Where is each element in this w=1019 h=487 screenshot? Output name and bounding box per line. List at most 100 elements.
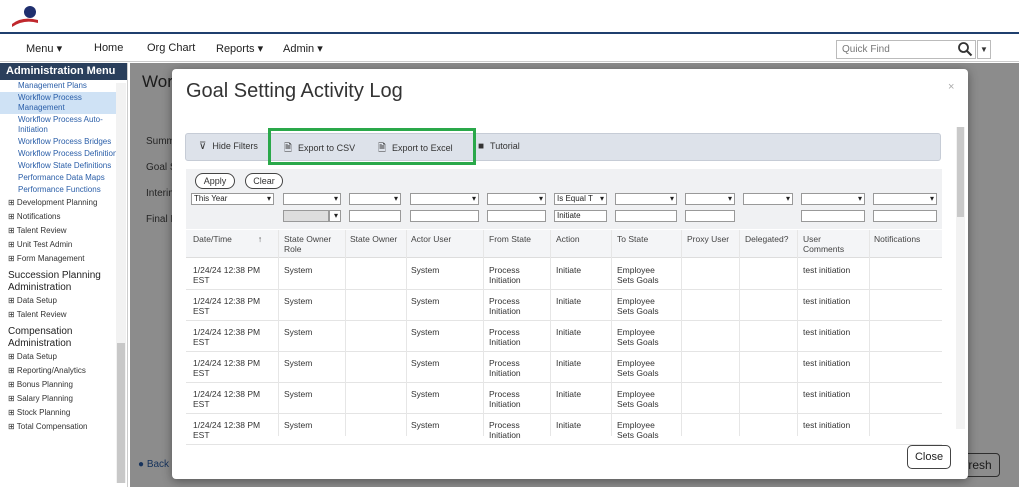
to-state-select[interactable] <box>615 193 677 205</box>
cell-role: System <box>284 389 313 399</box>
user-comments-select[interactable] <box>801 193 865 205</box>
actor-user-select[interactable] <box>410 193 479 205</box>
hide-filters-button[interactable]: ⊽ Hide Filters <box>199 141 258 152</box>
cell-action: Initiate <box>556 265 582 275</box>
col-delegated[interactable]: Delegated? <box>745 234 788 244</box>
state-owner-role-input <box>283 210 329 222</box>
sidebar-scroll-thumb[interactable] <box>117 343 125 483</box>
sidebar-link-workflow-state-definitions[interactable]: Workflow State Definitions <box>0 160 127 172</box>
from-state-select[interactable] <box>487 193 546 205</box>
sidebar-tree-data-setup[interactable]: ⊞ Data Setup <box>0 294 127 308</box>
sidebar-tree-development-planning[interactable]: ⊞ Development Planning <box>0 196 127 210</box>
sidebar-tree-stock[interactable]: ⊞ Stock Planning <box>0 406 127 420</box>
action-operator-select[interactable]: Is Equal T <box>554 193 607 205</box>
export-highlight-box <box>268 128 476 165</box>
user-comments-input[interactable] <box>801 210 865 222</box>
sidebar-link-performance-data-maps[interactable]: Performance Data Maps <box>0 172 127 184</box>
col-action[interactable]: Action <box>556 234 580 244</box>
cell-actor: System <box>411 327 440 337</box>
modal-title: Goal Setting Activity Log <box>186 80 403 102</box>
sidebar-title: Administration Menu <box>0 63 127 80</box>
cell-from: Process Initiation <box>489 389 521 409</box>
nav-reports[interactable]: Reports ▾ <box>216 42 263 55</box>
notifications-input[interactable] <box>873 210 937 222</box>
col-divider <box>483 230 484 436</box>
cell-date: 1/24/24 12:38 PM EST <box>193 296 261 316</box>
activity-log-modal: Goal Setting Activity Log × ⊽ Hide Filter… <box>172 69 968 479</box>
actor-user-input[interactable] <box>410 210 479 222</box>
col-notifications[interactable]: Notifications <box>874 234 920 244</box>
sidebar-tree-total-comp[interactable]: ⊞ Total Compensation <box>0 420 127 434</box>
col-from-state[interactable]: From State <box>489 234 531 244</box>
col-divider <box>406 230 407 436</box>
search-icon[interactable] <box>957 41 973 57</box>
proxy-user-input[interactable] <box>685 210 735 222</box>
to-state-input[interactable] <box>615 210 677 222</box>
cell-to: Employee Sets Goals <box>617 265 659 285</box>
state-owner-role-select[interactable] <box>283 193 341 205</box>
delegated-select[interactable] <box>743 193 793 205</box>
cell-action: Initiate <box>556 420 582 430</box>
state-owner-role-op-select[interactable] <box>329 210 341 222</box>
sidebar-tree-notifications[interactable]: ⊞ Notifications <box>0 210 127 224</box>
cell-to: Employee Sets Goals <box>617 389 659 409</box>
tutorial-button[interactable]: ■ Tutorial <box>478 141 520 152</box>
state-owner-select[interactable] <box>349 193 401 205</box>
cell-from: Process Initiation <box>489 327 521 347</box>
admin-sidebar: Administration Menu Management Plans Wor… <box>0 63 128 487</box>
sidebar-link-management-plans[interactable]: Management Plans <box>0 80 127 92</box>
cell-comments: test initiation <box>803 420 851 430</box>
sidebar-link-workflow-bridges[interactable]: Workflow Process Bridges <box>0 136 127 148</box>
cell-action: Initiate <box>556 296 582 306</box>
modal-scroll-thumb[interactable] <box>957 127 964 217</box>
col-state-owner[interactable]: State Owner <box>350 234 400 244</box>
sidebar-tree-bonus[interactable]: ⊞ Bonus Planning <box>0 378 127 392</box>
col-date-time[interactable]: Date/Time ↑ <box>193 234 262 244</box>
col-actor-user[interactable]: Actor User <box>411 234 451 244</box>
nav-org-chart[interactable]: Org Chart <box>147 42 195 54</box>
sidebar-tree-form-management[interactable]: ⊞ Form Management <box>0 252 127 266</box>
sidebar-tree-salary[interactable]: ⊞ Salary Planning <box>0 392 127 406</box>
col-to-state[interactable]: To State <box>617 234 648 244</box>
cell-role: System <box>284 265 313 275</box>
nav-admin[interactable]: Admin ▾ <box>283 42 323 55</box>
apply-button[interactable]: Apply <box>195 173 235 189</box>
sidebar-link-performance-functions[interactable]: Performance Functions <box>0 184 127 196</box>
cell-from: Process Initiation <box>489 296 521 316</box>
action-value-input[interactable]: Initiate <box>554 210 607 222</box>
cell-to: Employee Sets Goals <box>617 296 659 316</box>
sidebar-tree-talent-review[interactable]: ⊞ Talent Review <box>0 224 127 238</box>
from-state-input[interactable] <box>487 210 546 222</box>
sidebar-link-workflow-definitions[interactable]: Workflow Process Definitions <box>0 148 127 160</box>
cell-comments: test initiation <box>803 296 851 306</box>
cell-date: 1/24/24 12:38 PM EST <box>193 358 261 378</box>
clear-button[interactable]: Clear <box>245 173 283 189</box>
cell-actor: System <box>411 420 440 430</box>
cell-comments: test initiation <box>803 265 851 275</box>
cell-role: System <box>284 420 313 430</box>
date-range-select[interactable]: This Year <box>191 193 274 205</box>
sidebar-link-workflow-process-management[interactable]: Workflow Process Management <box>0 92 117 114</box>
cell-from: Process Initiation <box>489 420 521 440</box>
col-proxy-user[interactable]: Proxy User <box>687 234 729 244</box>
sidebar-tree-reporting[interactable]: ⊞ Reporting/Analytics <box>0 364 127 378</box>
col-divider <box>278 230 279 436</box>
sidebar-tree-talent-review-2[interactable]: ⊞ Talent Review <box>0 308 127 322</box>
cell-comments: test initiation <box>803 389 851 399</box>
close-icon[interactable]: × <box>948 81 954 93</box>
state-owner-input[interactable] <box>349 210 401 222</box>
quick-find-dropdown[interactable]: ▼ <box>977 40 991 59</box>
nav-home[interactable]: Home <box>94 42 123 54</box>
notifications-select[interactable] <box>873 193 937 205</box>
video-icon: ■ <box>478 141 485 152</box>
close-button[interactable]: Close <box>907 445 951 469</box>
sidebar-tree-comp-data-setup[interactable]: ⊞ Data Setup <box>0 350 127 364</box>
sidebar-tree-unit-test-admin[interactable]: ⊞ Unit Test Admin <box>0 238 127 252</box>
nav-menu[interactable]: Menu ▾ <box>26 42 62 55</box>
top-bar <box>0 0 1019 34</box>
quick-find-input[interactable]: Quick Find <box>836 40 976 59</box>
col-user-comments[interactable]: User Comments <box>803 234 858 254</box>
col-state-owner-role[interactable]: State Owner Role <box>284 234 344 254</box>
sidebar-link-workflow-auto-initiation[interactable]: Workflow Process Auto-Initiation <box>0 114 127 136</box>
proxy-user-select[interactable] <box>685 193 735 205</box>
